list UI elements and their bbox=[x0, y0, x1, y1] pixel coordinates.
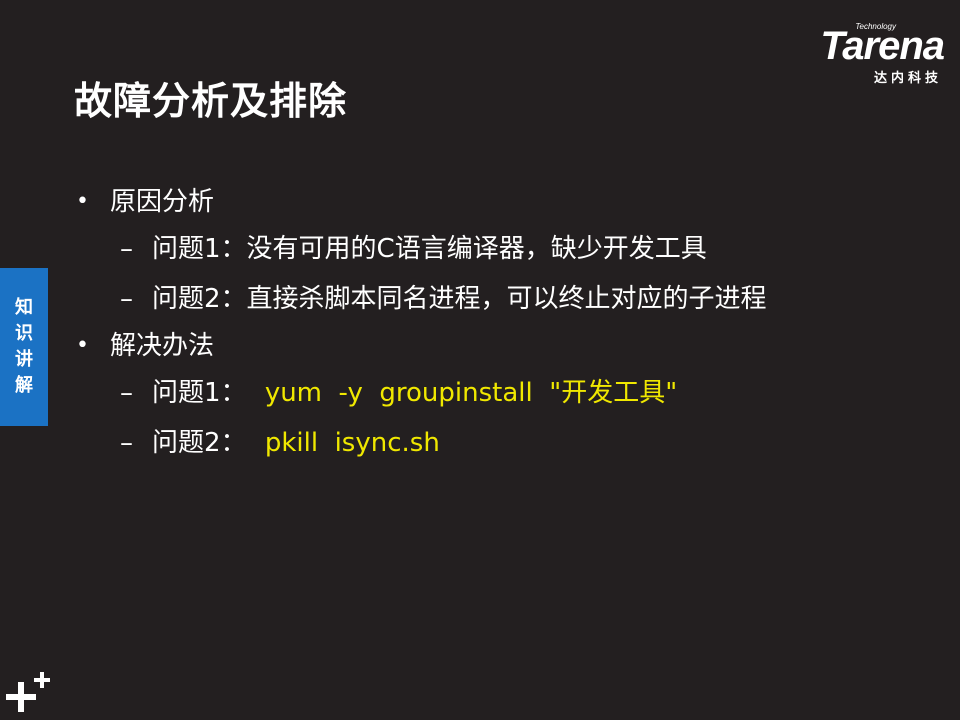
slide-title: 故障分析及排除 bbox=[74, 79, 348, 123]
section-heading-text: 原因分析 bbox=[110, 187, 215, 217]
logo-wordmark: Tarena bbox=[820, 24, 945, 68]
list-item: – 问题2： pkill isync.sh bbox=[76, 418, 936, 468]
bullet-dot-icon: • bbox=[76, 333, 89, 358]
en-dash-icon: – bbox=[120, 284, 133, 314]
list-item-label: 问题2：直接杀脚本同名进程，可以终止对应的子进程 bbox=[152, 284, 767, 314]
list-item-label: 问题2： bbox=[152, 428, 247, 458]
tarena-logo: Technology Tarena 达内科技 bbox=[776, 22, 945, 86]
list-item-label: 问题1： bbox=[152, 378, 247, 408]
command-text: yum -y groupinstall "开发工具" bbox=[264, 378, 678, 408]
side-tab-char: 知 bbox=[15, 297, 33, 318]
section-heading: • 原因分析 bbox=[76, 180, 936, 224]
slide: 故障分析及排除 Technology Tarena 达内科技 知 识 讲 解 •… bbox=[0, 0, 960, 720]
side-tab-char: 解 bbox=[15, 375, 33, 396]
list-item: – 问题1： yum -y groupinstall "开发工具" bbox=[76, 368, 936, 418]
command-text: pkill isync.sh bbox=[264, 428, 440, 458]
list-item: – 问题2：直接杀脚本同名进程，可以终止对应的子进程 bbox=[76, 274, 936, 324]
side-tab-knowledge: 知 识 讲 解 bbox=[0, 268, 48, 426]
en-dash-icon: – bbox=[120, 378, 133, 408]
slide-content: • 原因分析 – 问题1：没有可用的C语言编译器，缺少开发工具 – 问题2：直接… bbox=[76, 180, 936, 468]
list-item: – 问题1：没有可用的C语言编译器，缺少开发工具 bbox=[76, 224, 936, 274]
list-item-label: 问题1：没有可用的C语言编译器，缺少开发工具 bbox=[152, 234, 707, 264]
en-dash-icon: – bbox=[120, 428, 133, 458]
bullet-dot-icon: • bbox=[76, 189, 89, 214]
plus-cluster-icon bbox=[6, 672, 50, 712]
en-dash-icon: – bbox=[120, 234, 133, 264]
side-tab-char: 讲 bbox=[15, 349, 33, 370]
section-heading: • 解决办法 bbox=[76, 324, 936, 368]
section-heading-text: 解决办法 bbox=[110, 331, 215, 361]
logo-chinese-text: 达内科技 bbox=[873, 71, 942, 86]
side-tab-char: 识 bbox=[15, 323, 33, 344]
